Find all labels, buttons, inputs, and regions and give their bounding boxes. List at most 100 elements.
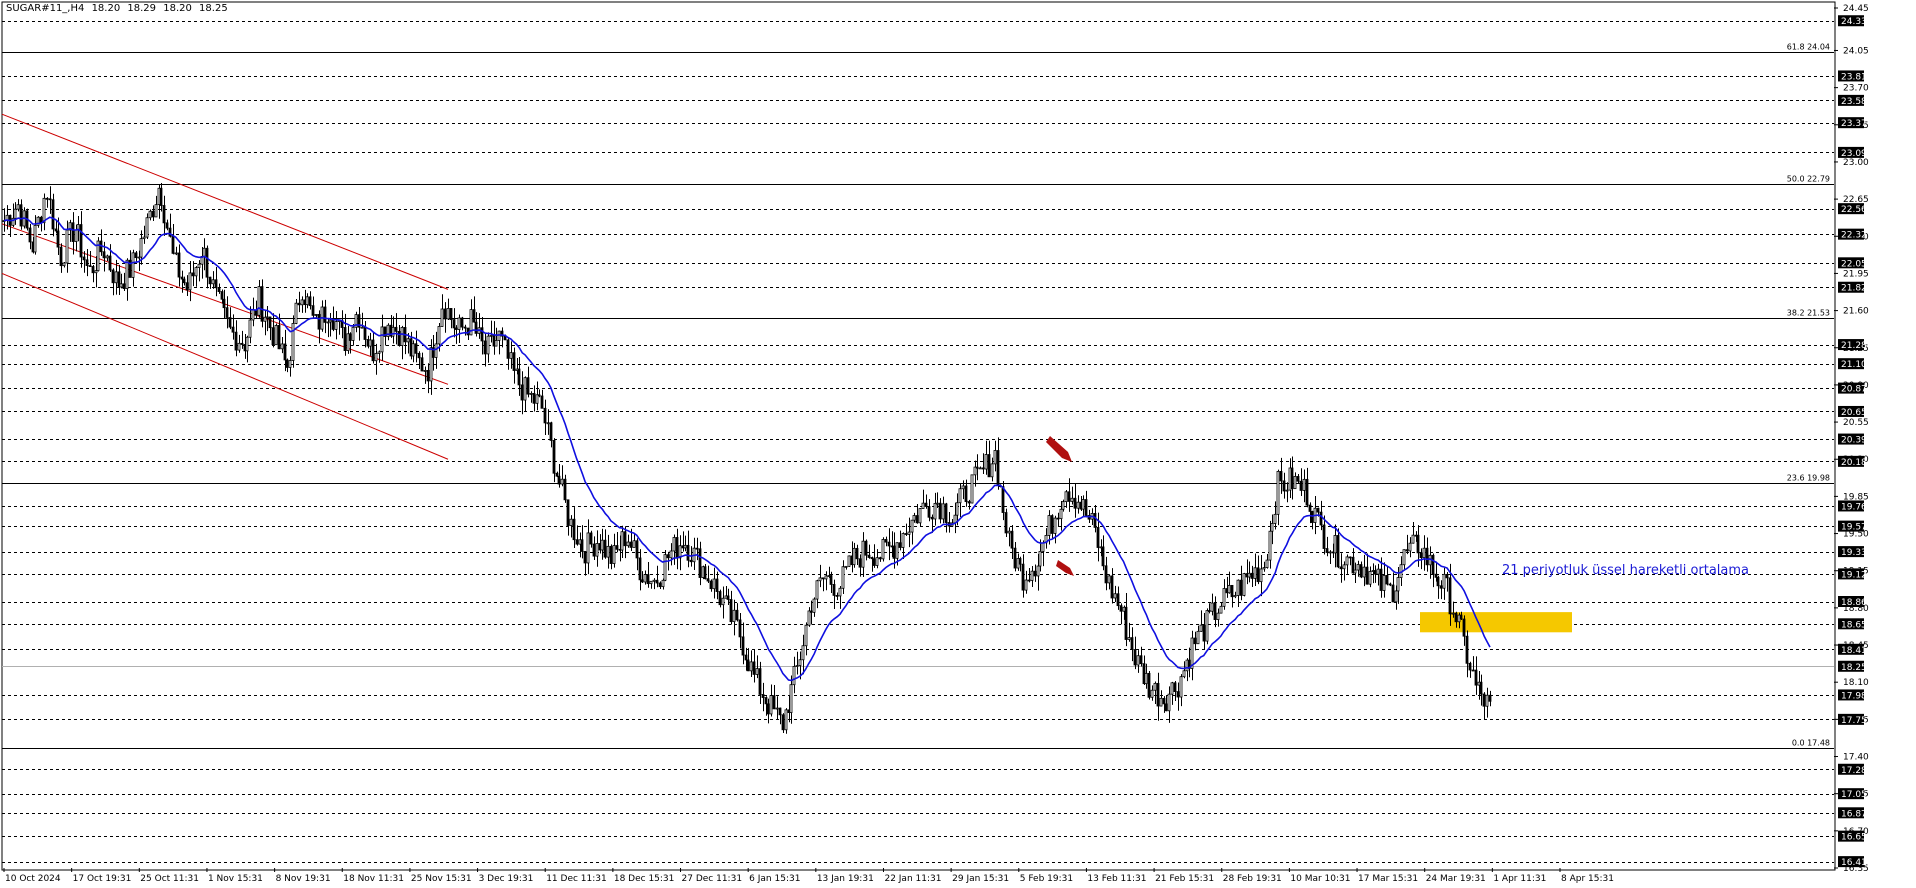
level-box-label: 19.76 [1841,502,1867,512]
candle-body [1196,630,1200,645]
time-tick-label: 13 Feb 11:31 [1087,874,1146,884]
candle-body [1116,593,1120,607]
candle-body [1021,563,1025,591]
candle-body [343,327,347,351]
candle-body [234,331,238,351]
candle-body [1033,570,1037,577]
candle-body [1379,568,1383,591]
candle-body [434,343,438,358]
candle-body [812,598,816,613]
candle-body [417,352,421,359]
price-tick-label: 20.55 [1843,418,1869,428]
candle-body [363,326,367,340]
candle-body [735,609,739,621]
candle-body [517,368,521,386]
chart-canvas[interactable]: 61.8 24.04 50.0 22.79 38.2 21.53 23.6 19.98… [0,0,1916,888]
candle-body [28,227,32,243]
candle-body [910,519,914,533]
fib-label: 38.2 21.53 [1787,309,1830,318]
candle-body [646,574,650,585]
candle-body [557,475,561,485]
level-box-label: 23.81 [1841,72,1867,82]
high-value: 18.29 [127,3,157,14]
level-box-label: 17.05 [1841,790,1867,800]
candle-body [1310,511,1314,523]
candle-body [1408,542,1412,552]
chart-background [0,0,1916,888]
candle-body [1348,556,1352,559]
candle-body [472,309,476,323]
candle-body [766,703,770,715]
close-value: 18.25 [199,3,228,14]
candle-body [348,333,352,341]
price-tick-label: 18.10 [1843,678,1869,688]
sugar-price-chart[interactable]: 61.8 24.04 50.0 22.79 38.2 21.53 23.6 19.98… [0,0,1916,888]
level-box-label: 19.12 [1841,570,1867,580]
candle-body [1262,567,1266,570]
candle-body [1167,693,1171,712]
candle-body [761,694,765,698]
candle-body [1422,547,1426,559]
candle-body [749,661,753,672]
candle-body [1030,570,1034,581]
candle-body [1001,486,1005,513]
level-box-label: 16.87 [1841,809,1867,819]
candle-body [105,255,109,259]
candle-body [191,272,195,277]
candle-body [600,539,604,551]
candle-body [228,317,232,328]
candle-body [555,472,559,477]
candle-body [1436,576,1440,587]
time-tick-label: 10 Mar 10:31 [1290,874,1350,884]
candle-body [632,540,636,548]
candle-body [1084,499,1088,516]
level-box-label: 21.28 [1841,341,1867,351]
candle-body [457,317,461,330]
time-tick-label: 3 Dec 19:31 [479,874,534,884]
candle-body [1299,480,1303,491]
candle-body [778,707,782,716]
candle-body [961,485,965,490]
candle-body [1339,566,1343,570]
fib-label: 50.0 22.79 [1787,175,1830,184]
candle-body [744,654,748,661]
level-box-label: 18.86 [1841,598,1867,608]
candle-body [248,319,252,338]
candle-body [1259,568,1263,583]
candle-body [1093,513,1097,528]
candle-body [1468,662,1472,671]
candle-body [861,540,865,568]
candle-body [741,636,745,656]
candle-body [1127,637,1131,640]
candle-body [1296,476,1300,482]
candle-body [1056,517,1060,520]
candle-body [1365,566,1369,585]
candle-body [566,499,570,526]
level-box-label: 21.10 [1841,360,1867,370]
candle-body [182,278,186,284]
candle-body [114,271,118,284]
candle-body [1179,676,1183,698]
candle-body [1308,504,1312,512]
candle-body [268,316,272,329]
candle-body [769,695,773,715]
low-value: 18.20 [163,3,192,14]
candle-body [131,252,135,278]
candle-body [1064,491,1068,503]
candle-body [13,208,17,219]
candle-body [878,557,882,560]
candle-body [311,305,315,316]
candle-body [1265,559,1269,568]
candle-body [1322,524,1326,549]
chart-header: SUGAR#11_,H4 18.20 18.29 18.20 18.25 [6,3,232,14]
candle-body [122,283,126,290]
candle-body [1242,573,1246,596]
candle-body [1076,501,1080,509]
candle-body [414,343,418,354]
candle-body [454,327,458,330]
candle-body [801,645,805,661]
candle-body [655,579,659,584]
candle-body [775,707,779,710]
candle-body [996,450,1000,486]
candle-body [400,327,404,346]
